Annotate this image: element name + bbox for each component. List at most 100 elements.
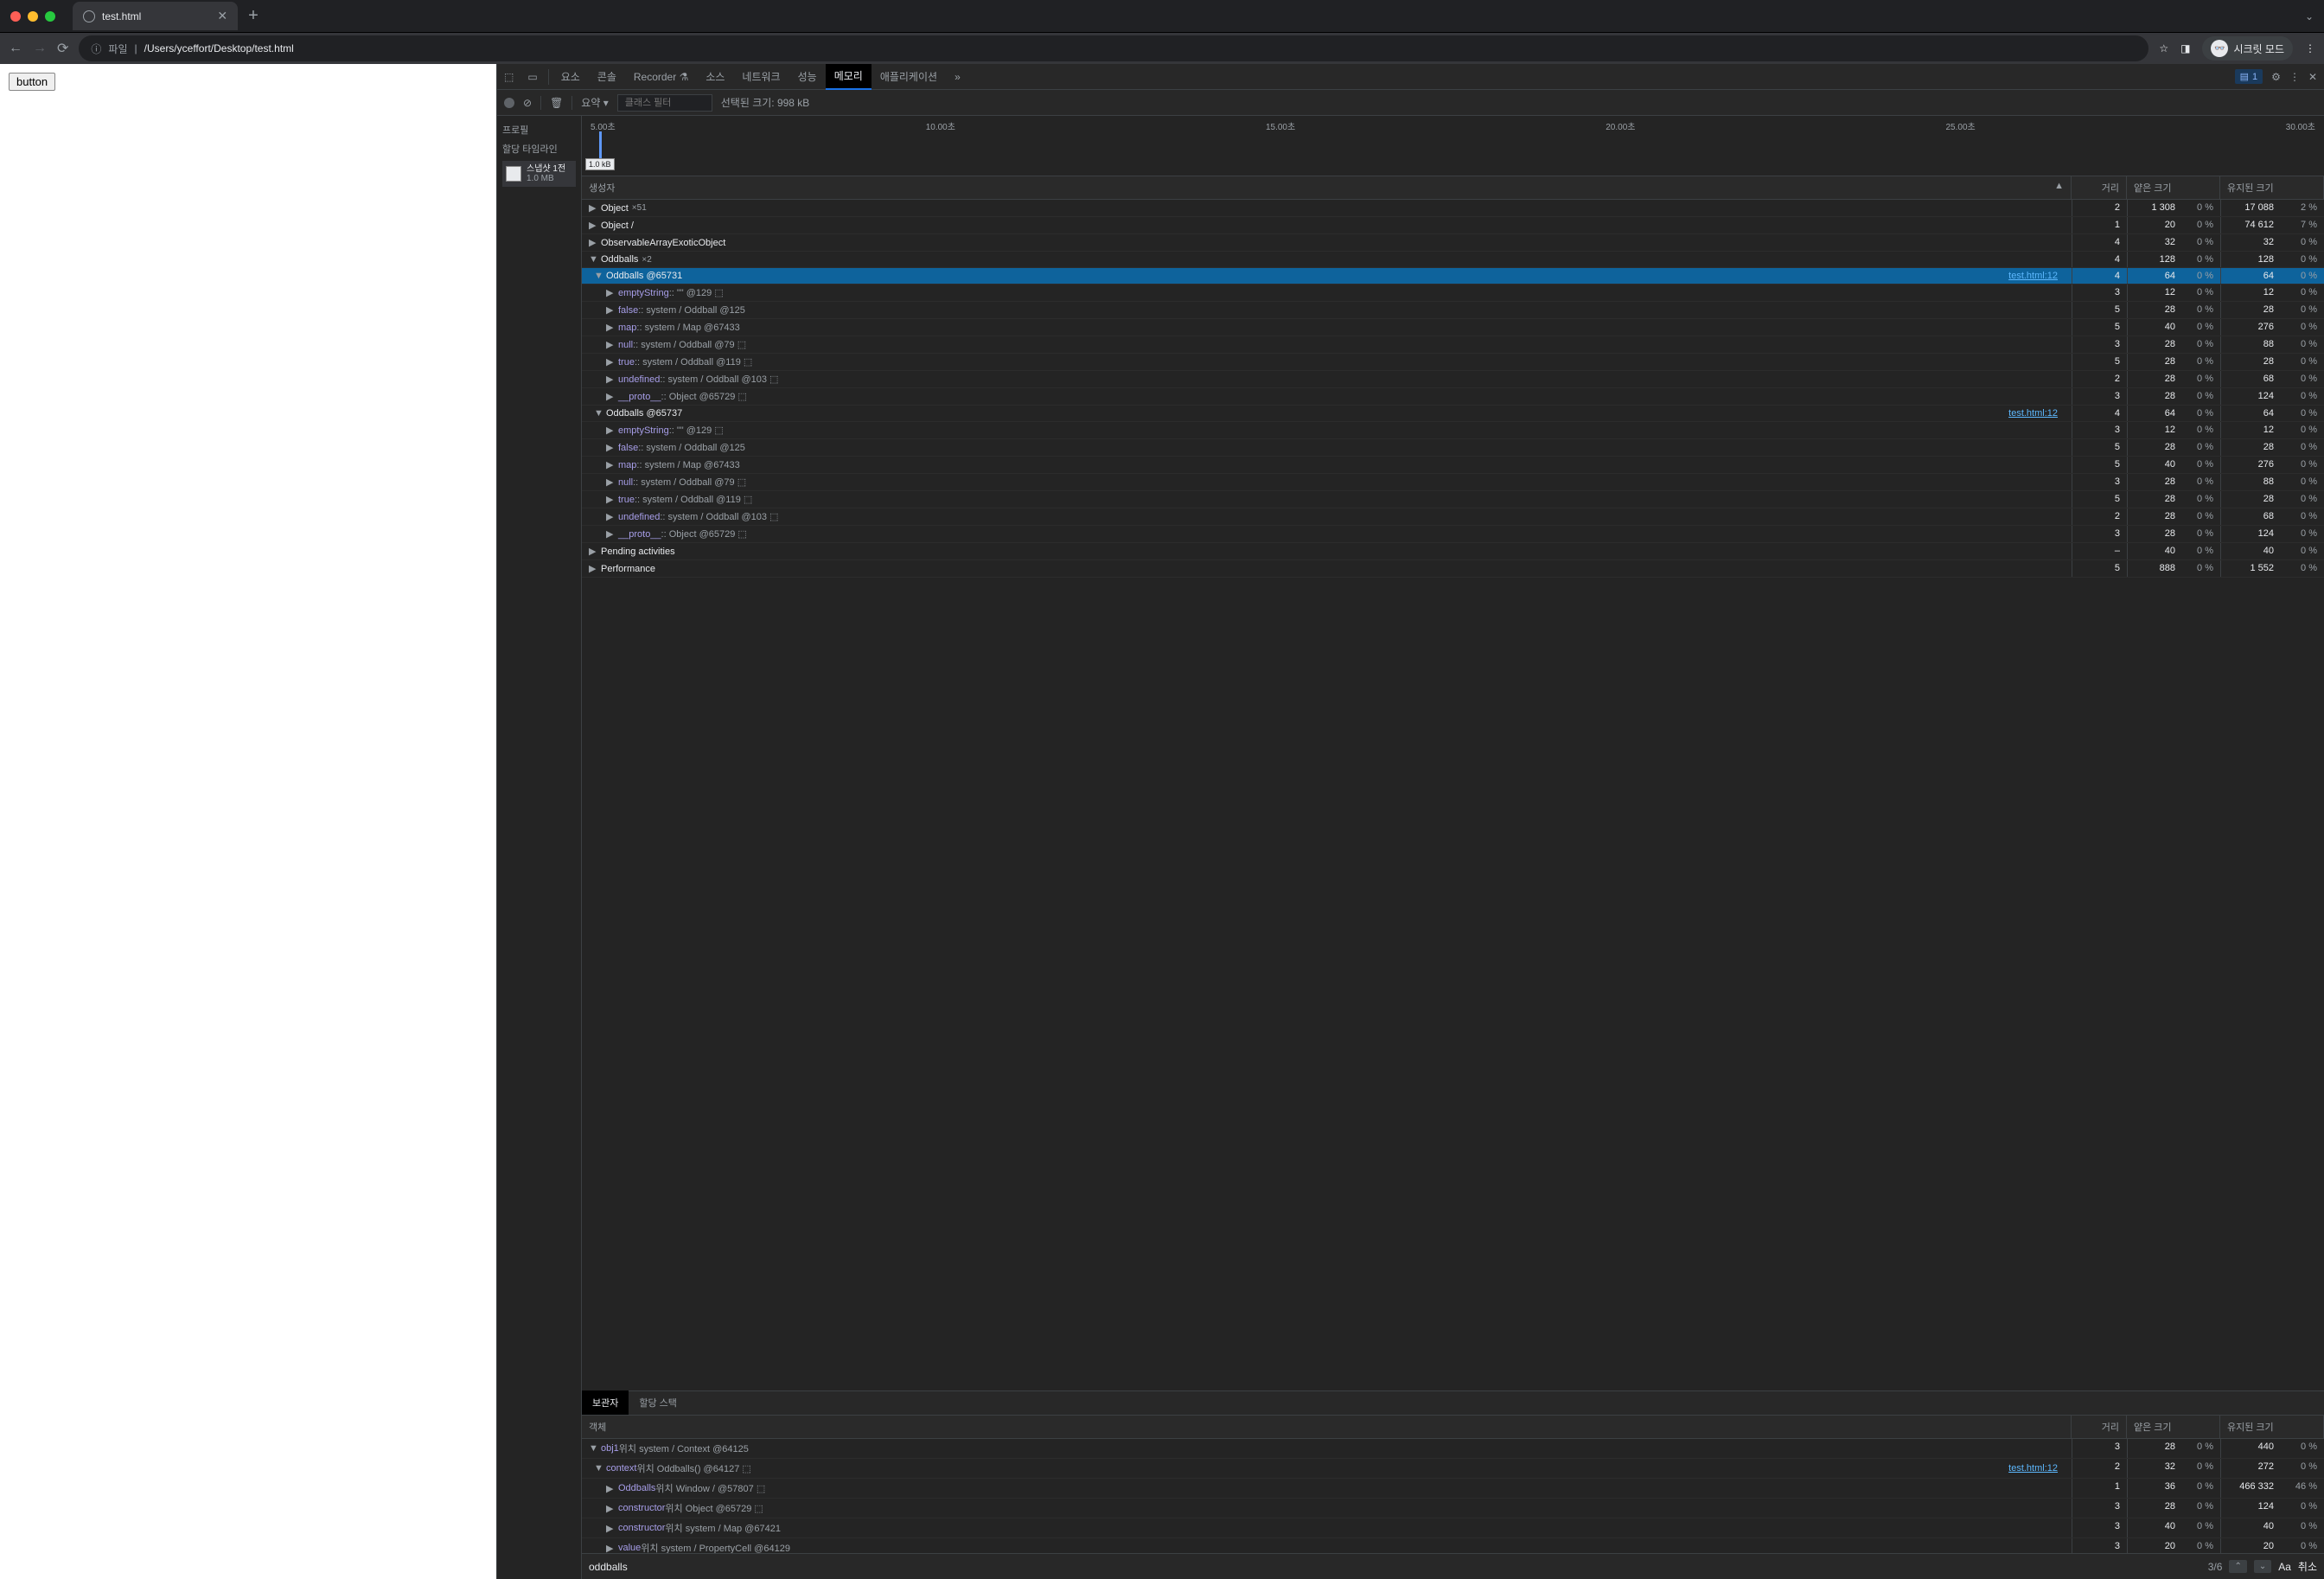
device-icon[interactable]: ▭ (520, 71, 544, 83)
clear-icon[interactable]: ⊘ (523, 97, 532, 109)
col-constructor[interactable]: 생성자 ▲ (582, 176, 2072, 199)
col-retained[interactable]: 유지된 크기 (2220, 176, 2324, 199)
bookmark-icon[interactable]: ☆ (2159, 42, 2168, 54)
tab-recorder[interactable]: Recorder ⚗ (625, 66, 697, 88)
snapshot-icon (506, 166, 521, 182)
table-row[interactable]: ▶null :: system / Oddball @79 ⬚3280 %880… (582, 336, 2324, 354)
search-prev-button[interactable]: ⌃ (2229, 1560, 2246, 1573)
constructors-grid[interactable]: ▶Object×5121 3080 %17 0882 %▶Object /120… (582, 200, 2324, 1390)
devtools-panel: ⬚ ▭ 요소 콘솔 Recorder ⚗ 소스 네트워크 성능 메모리 애플리케… (496, 64, 2324, 1579)
tab-alloc-stack[interactable]: 할당 스택 (629, 1390, 687, 1415)
table-row[interactable]: ▼Oddballs @65737test.html:124640 %640 % (582, 406, 2324, 422)
class-filter-input[interactable] (617, 94, 712, 112)
table-row[interactable]: ▶map :: system / Map @674335400 %2760 % (582, 457, 2324, 474)
tab-title: test.html (102, 10, 141, 22)
table-row[interactable]: ▶false :: system / Oddball @1255280 %280… (582, 439, 2324, 457)
source-link[interactable]: test.html:12 (2008, 1463, 2065, 1474)
search-bar: 3/6 ⌃ ⌄ Aa 취소 (582, 1553, 2324, 1579)
table-row[interactable]: ▶value 위치 system / PropertyCell @6412932… (582, 1538, 2324, 1553)
table-row[interactable]: ▶true :: system / Oddball @119 ⬚5280 %28… (582, 491, 2324, 508)
devtools-tabs: ⬚ ▭ 요소 콘솔 Recorder ⚗ 소스 네트워크 성능 메모리 애플리케… (497, 64, 2324, 90)
page-content: button (0, 64, 496, 1579)
table-row[interactable]: ▶undefined :: system / Oddball @103 ⬚228… (582, 508, 2324, 526)
rcol-object[interactable]: 객체 (582, 1416, 2072, 1438)
table-row[interactable]: ▶Object /1200 %74 6127 % (582, 217, 2324, 234)
search-cancel-button[interactable]: 취소 (2298, 1559, 2317, 1574)
table-row[interactable]: ▼obj1 위치 system / Context @641253280 %44… (582, 1439, 2324, 1459)
table-row[interactable]: ▶ObservableArrayExoticObject4320 %320 % (582, 234, 2324, 252)
summary-dropdown[interactable]: 요약 ▾ (581, 95, 608, 110)
table-row[interactable]: ▶__proto__ :: Object @65729 ⬚3280 %1240 … (582, 388, 2324, 406)
retainers-grid[interactable]: ▼obj1 위치 system / Context @641253280 %44… (582, 1439, 2324, 1553)
settings-icon[interactable]: ⚙ (2271, 71, 2281, 83)
search-input[interactable] (589, 1561, 2201, 1573)
table-row[interactable]: ▶emptyString :: "" @129 ⬚3120 %120 % (582, 284, 2324, 302)
tab-application[interactable]: 애플리케이션 (872, 64, 946, 89)
close-devtools-icon[interactable]: ✕ (2308, 71, 2317, 83)
back-button[interactable]: ← (9, 41, 22, 56)
forward-button[interactable]: → (33, 41, 47, 56)
table-row[interactable]: ▶Pending activities–400 %400 % (582, 543, 2324, 560)
table-row[interactable]: ▼Oddballs @65731test.html:124640 %640 % (582, 268, 2324, 284)
reload-button[interactable]: ⟳ (57, 40, 68, 57)
allocation-timeline[interactable]: 5.00초 10.00초 15.00초 20.00초 25.00초 30.00초… (582, 116, 2324, 176)
table-row[interactable]: ▶constructor 위치 system / Map @674213400 … (582, 1518, 2324, 1538)
address-bar[interactable]: ⓘ 파일 | /Users/yceffort/Desktop/test.html (79, 35, 2148, 61)
table-row[interactable]: ▶__proto__ :: Object @65729 ⬚3280 %1240 … (582, 526, 2324, 543)
col-distance[interactable]: 거리 (2072, 176, 2127, 199)
col-shallow[interactable]: 얕은 크기 (2127, 176, 2220, 199)
table-row[interactable]: ▶constructor 위치 Object @65729 ⬚3280 %124… (582, 1499, 2324, 1518)
source-link[interactable]: test.html:12 (2008, 408, 2065, 419)
record-button[interactable] (504, 98, 514, 108)
tab-console[interactable]: 콘솔 (589, 64, 625, 89)
search-case-button[interactable]: Aa (2278, 1561, 2291, 1573)
tab-network[interactable]: 네트워크 (733, 64, 788, 89)
delete-icon[interactable]: 🗑 (550, 97, 563, 109)
tab-elements[interactable]: 요소 (552, 64, 589, 89)
rcol-retained[interactable]: 유지된 크기 (2220, 1416, 2324, 1438)
page-button[interactable]: button (9, 73, 55, 91)
tab-sources[interactable]: 소스 (697, 64, 733, 89)
info-icon[interactable]: ⓘ (91, 42, 101, 56)
table-row[interactable]: ▶true :: system / Oddball @119 ⬚5280 %28… (582, 354, 2324, 371)
devtools-menu-icon[interactable]: ⋮ (2289, 71, 2300, 83)
close-tab-icon[interactable]: ✕ (217, 9, 227, 23)
maximize-window-icon[interactable] (45, 11, 55, 22)
browser-menu-icon[interactable]: ⋮ (2305, 42, 2315, 54)
memory-toolbar: ⊘ 🗑 요약 ▾ 선택된 크기: 998 kB (497, 90, 2324, 116)
source-link[interactable]: test.html:12 (2008, 271, 2065, 281)
tab-memory[interactable]: 메모리 (826, 64, 872, 90)
snapshot-item[interactable]: 스냅샷 1전 1.0 MB (502, 161, 576, 187)
table-row[interactable]: ▶Object×5121 3080 %17 0882 % (582, 200, 2324, 217)
issues-badge[interactable]: ▤ 1 (2235, 69, 2263, 84)
table-row[interactable]: ▶null :: system / Oddball @79 ⬚3280 %880… (582, 474, 2324, 491)
table-row[interactable]: ▼Oddballs×241280 %1280 % (582, 252, 2324, 268)
profiles-sidebar: 프로필 할당 타임라인 스냅샷 1전 1.0 MB (497, 116, 582, 1579)
retainers-panel: 객체 거리 얕은 크기 유지된 크기 ▼obj1 위치 system / Con… (582, 1415, 2324, 1553)
search-next-button[interactable]: ⌄ (2254, 1560, 2271, 1573)
tab-overflow[interactable]: » (946, 66, 969, 88)
new-tab-button[interactable]: + (248, 6, 259, 26)
table-row[interactable]: ▶undefined :: system / Oddball @103 ⬚228… (582, 371, 2324, 388)
timeline-badge: 1.0 kB (585, 158, 615, 170)
inspect-icon[interactable]: ⬚ (497, 71, 520, 83)
tab-retainers[interactable]: 보관자 (582, 1390, 629, 1415)
browser-toolbar: ← → ⟳ ⓘ 파일 | /Users/yceffort/Desktop/tes… (0, 33, 2324, 64)
tabs-menu-icon[interactable]: ⌄ (2305, 10, 2314, 22)
table-row[interactable]: ▶Oddballs 위치 Window / @57807 ⬚1360 %466 … (582, 1479, 2324, 1499)
table-row[interactable]: ▼context 위치 Oddballs() @64127 ⬚test.html… (582, 1459, 2324, 1479)
tab-performance[interactable]: 성능 (789, 64, 826, 89)
browser-tab[interactable]: test.html ✕ (73, 2, 238, 30)
table-row[interactable]: ▶emptyString :: "" @129 ⬚3120 %120 % (582, 422, 2324, 439)
minimize-window-icon[interactable] (28, 11, 38, 22)
sidepanel-icon[interactable]: ◨ (2180, 42, 2190, 54)
table-row[interactable]: ▶Performance58880 %1 5520 % (582, 560, 2324, 578)
rcol-shallow[interactable]: 얕은 크기 (2127, 1416, 2220, 1438)
close-window-icon[interactable] (10, 11, 21, 22)
table-row[interactable]: ▶false :: system / Oddball @1255280 %280… (582, 302, 2324, 319)
table-row[interactable]: ▶map :: system / Map @674335400 %2760 % (582, 319, 2324, 336)
incognito-badge[interactable]: 👓 시크릿 모드 (2202, 36, 2293, 61)
titlebar: test.html ✕ + ⌄ (0, 0, 2324, 33)
selected-size-label: 선택된 크기: 998 kB (721, 95, 810, 110)
rcol-distance[interactable]: 거리 (2072, 1416, 2127, 1438)
